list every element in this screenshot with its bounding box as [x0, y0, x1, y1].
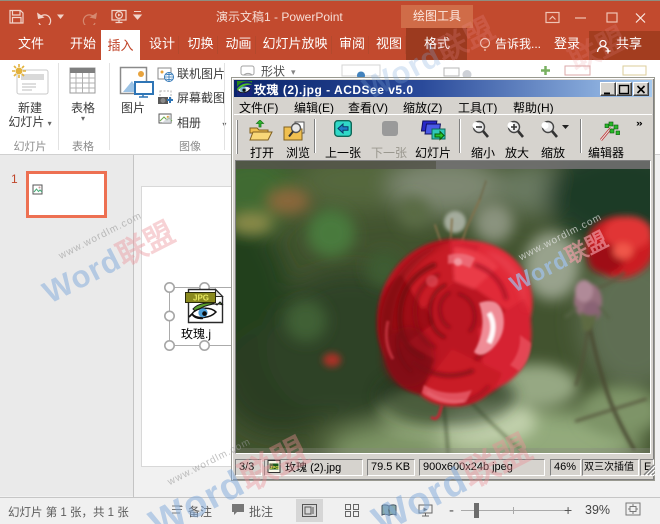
svg-text:JPG: JPG — [270, 465, 280, 470]
svg-text:JPG: JPG — [193, 294, 209, 303]
svg-text:形状: 形状 — [261, 65, 285, 78]
svg-text:▾: ▾ — [291, 67, 296, 77]
